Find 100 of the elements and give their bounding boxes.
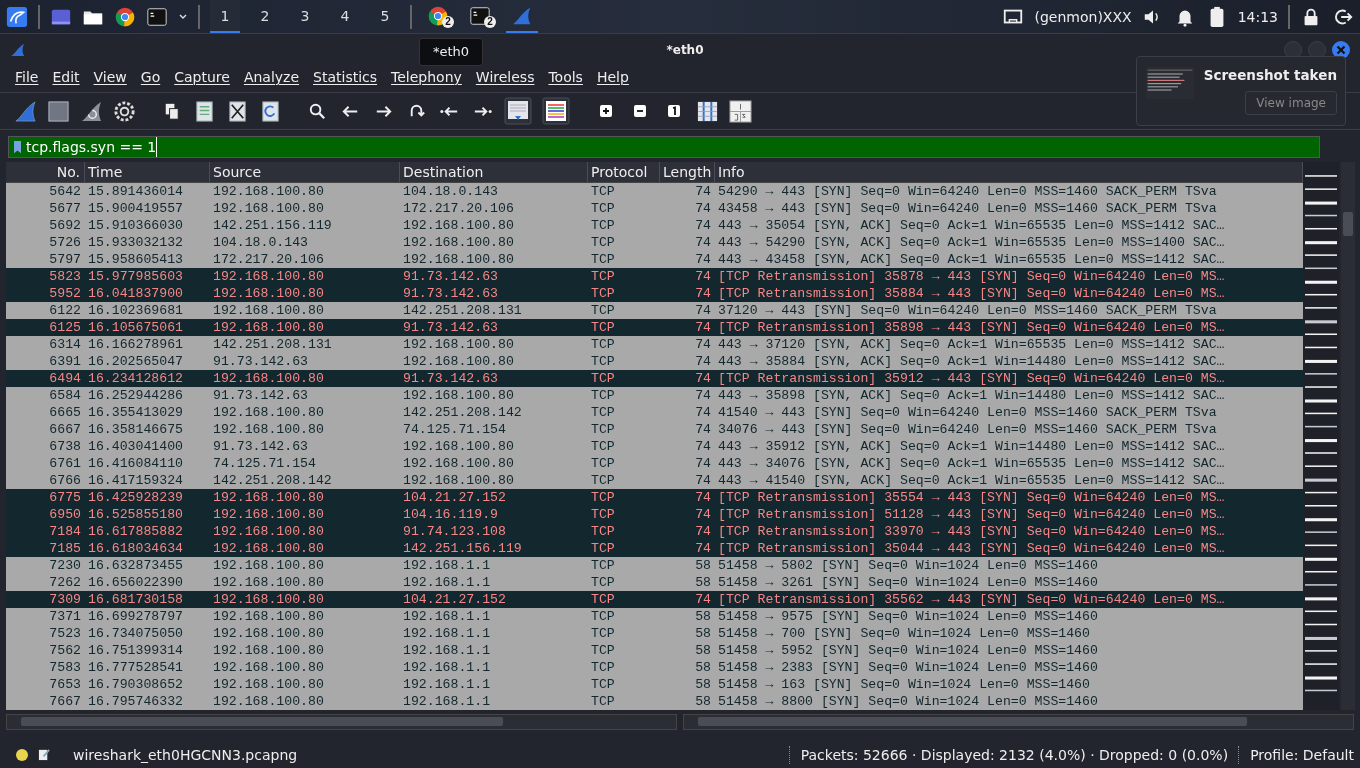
edit-note-icon[interactable] (38, 748, 51, 761)
column-header[interactable]: No. (6, 162, 85, 182)
layout-icon[interactable] (729, 99, 752, 123)
dragon-logo-icon[interactable] (6, 5, 28, 28)
close-file-icon[interactable] (226, 99, 249, 123)
horizontal-scrollbar[interactable] (6, 714, 677, 730)
packet-row[interactable]: 7371 16.699278797 192.168.100.80 192.168.1.1 TCP 58 51458 → 9575 [SYN] Seq=0 Win=1024 Len=0 MSS=1460 (6, 608, 1303, 625)
column-header[interactable]: Destination (400, 162, 588, 182)
column-header[interactable]: Length (660, 162, 715, 182)
packet-row[interactable]: 6125 16.105675061 192.168.100.80 91.73.142.63 TCP 74 [TCP Retransmission] 35898 → 443 [SYN] Seq=0 Win=64240 Len=0 MS… (6, 319, 1303, 336)
profile-label[interactable]: Profile: Default (1250, 746, 1354, 763)
taskbar-app-button[interactable]: 2 (422, 0, 454, 33)
packet-row[interactable]: 5677 15.900419557 192.168.100.80 172.217.20.106 TCP 74 43458 → 443 [SYN] Seq=0 Win=64240 Len=0 MSS=1460 SACK_PERM TSva (6, 200, 1303, 217)
packet-row[interactable]: 7184 16.617885882 192.168.100.80 91.74.123.108 TCP 74 [TCP Retransmission] 33970 → 443 [SYN] Seq=0 Win=64240 Len=0 MS… (6, 523, 1303, 540)
resize-columns-icon[interactable] (696, 99, 719, 123)
terminal-icon[interactable] (146, 5, 168, 28)
packet-row[interactable]: 6494 16.234128612 192.168.100.80 91.73.142.63 TCP 74 [TCP Retransmission] 35912 → 443 [SYN] Seq=0 Win=64240 Len=0 MS… (6, 370, 1303, 387)
table-cell-text: 58 (694, 608, 712, 625)
menu-item[interactable]: View (86, 69, 134, 85)
menu-item[interactable]: Wireless (468, 69, 542, 85)
table-cell-text: 443 → 43458 [SYN, ACK] Seq=0 Ack=1 Win=65535 Len=0 MSS=1412 SAC… (717, 251, 1226, 268)
packet-row[interactable]: 6775 16.425928239 192.168.100.80 104.21.27.152 TCP 74 [TCP Retransmission] 35554 → 443 [SYN] Seq=0 Win=64240 Len=0 MS… (6, 489, 1303, 506)
workspace-button[interactable]: 5 (370, 0, 400, 33)
menu-item[interactable]: Telephony (384, 69, 469, 85)
zoom-out-icon[interactable] (632, 103, 648, 119)
autoscroll-icon[interactable] (504, 97, 532, 125)
packet-row[interactable]: 5642 15.891436014 192.168.100.80 104.18.0.143 TCP 74 54290 → 443 [SYN] Seq=0 Win=64240 Len=0 MSS=1460 SACK_PERM TSva (6, 183, 1303, 200)
table-cell-text: 142.251.208.142 (212, 472, 333, 489)
status-dot-icon[interactable] (16, 748, 28, 761)
table-cell-text: 15.958605413 (87, 251, 184, 268)
menu-item[interactable]: Analyze (236, 69, 307, 85)
shark-fin-icon[interactable] (14, 99, 37, 123)
view-image-button[interactable]: View image (1245, 91, 1337, 115)
packet-row[interactable]: 7562 16.751399314 192.168.100.80 192.168.1.1 TCP 58 51458 → 5952 [SYN] Seq=0 Win=1024 Len=0 MSS=1460 (6, 642, 1303, 659)
menu-item[interactable]: Statistics (306, 69, 385, 85)
table-cell-text: 142.251.156.119 (402, 540, 523, 557)
table-cell-text: 192.168.100.80 (402, 472, 515, 489)
clock[interactable]: 14:13 (1237, 8, 1278, 25)
table-cell-text: 7562 (48, 642, 82, 659)
packet-row[interactable]: 7653 16.790308652 192.168.100.80 192.168.1.1 TCP 58 51458 → 163 [SYN] Seq=0 Win=1024 Len=0 MSS=1460 (6, 676, 1303, 693)
packet-row[interactable]: 6667 16.358146675 192.168.100.80 74.125.71.154 TCP 74 34076 → 443 [SYN] Seq=0 Win=64240 Len=0 MSS=1460 SACK_PERM TSva (6, 421, 1303, 438)
packet-row[interactable]: 7583 16.777528541 192.168.100.80 192.168.1.1 TCP 58 51458 → 2383 [SYN] Seq=0 Win=1024 Len=0 MSS=1460 (6, 659, 1303, 676)
column-header[interactable]: Source (210, 162, 400, 182)
packet-row[interactable]: 7523 16.734075050 192.168.100.80 192.168.1.1 TCP 58 51458 → 700 [SYN] Seq=0 Win=1024 Len=0 MSS=1460 (6, 625, 1303, 642)
zoom-in-icon[interactable] (598, 103, 614, 119)
packet-row[interactable]: 5692 15.910366030 142.251.156.119 192.168.100.80 TCP 74 443 → 35054 [SYN, ACK] Seq=0 Ack=1 Win=65535 Len=0 MSS=1412 SAC… (6, 217, 1303, 234)
stop-icon[interactable] (47, 99, 70, 123)
menu-item[interactable]: Tools (541, 69, 590, 85)
restart-icon[interactable] (80, 99, 103, 123)
table-cell-text: 16.795746332 (87, 693, 184, 710)
table-cell-text: 91.74.123.108 (402, 523, 507, 540)
menu-item[interactable]: File (8, 69, 46, 85)
table-cell-text: TCP (590, 489, 616, 506)
colorize-icon[interactable] (542, 97, 570, 125)
horizontal-scrollbar[interactable] (683, 714, 1354, 730)
settings-icon[interactable] (113, 99, 136, 123)
packet-row[interactable]: 5823 15.977985603 192.168.100.80 91.73.142.63 TCP 74 [TCP Retransmission] 35878 → 443 [SYN] Seq=0 Win=64240 Len=0 MS… (6, 268, 1303, 285)
table-cell-text: TCP (590, 472, 616, 489)
table-cell-text: 192.168.100.80 (402, 234, 515, 251)
packet-row[interactable]: 7667 16.795746332 192.168.100.80 192.168.1.1 TCP 58 51458 → 8800 [SYN] Seq=0 Win=1024 Len=0 MSS=1460 (6, 693, 1303, 710)
display-filter-field[interactable]: tcp.flags.syn == 1 (8, 136, 1320, 158)
bookmark-icon[interactable] (13, 140, 22, 154)
workspace-button[interactable]: 2 (250, 0, 280, 33)
taskbar-app-button[interactable]: 2 (464, 0, 496, 33)
vertical-scrollbar[interactable] (1341, 162, 1355, 710)
menu-item[interactable]: Edit (45, 69, 87, 85)
table-cell-text: 7523 (48, 625, 82, 642)
table-cell-text: [TCP Retransmission] 35878 → 443 [SYN] Seq=0 Win=64240 Len=0 MS… (717, 268, 1226, 285)
table-cell-text: 192.168.100.80 (212, 625, 325, 642)
table-cell-text: 6665 (48, 404, 82, 421)
packet-row[interactable]: 7262 16.656022390 192.168.100.80 192.168.1.1 TCP 58 51458 → 3261 [SYN] Seq=0 Win=1024 Len=0 MSS=1460 (6, 574, 1303, 591)
workspace-button[interactable]: 1 (210, 0, 240, 33)
packet-row[interactable]: 7185 16.618034634 192.168.100.80 142.251.156.119 TCP 74 [TCP Retransmission] 35044 → 443 [SYN] Seq=0 Win=64240 Len=0 MS… (6, 540, 1303, 557)
menu-item[interactable]: Help (589, 69, 636, 85)
packet-row[interactable]: 6738 16.403041400 91.73.142.63 192.168.100.80 TCP 74 443 → 35912 [SYN, ACK] Seq=0 Ack=1 Win=14480 Len=0 MSS=1412 SAC… (6, 438, 1303, 455)
packet-row[interactable]: 7309 16.681730158 192.168.100.80 104.21.27.152 TCP 74 [TCP Retransmission] 35562 → 443 [SYN] Seq=0 Win=64240 Len=0 MS… (6, 591, 1303, 608)
document-icon[interactable] (193, 99, 216, 123)
packet-row[interactable]: 6584 16.252944286 91.73.142.63 192.168.100.80 TCP 74 443 → 35898 [SYN, ACK] Seq=0 Ack=1 Win=14480 Len=0 MSS=1412 SAC… (6, 387, 1303, 404)
menu-item[interactable]: Capture (167, 69, 237, 85)
packet-row[interactable]: 6950 16.525855180 192.168.100.80 104.16.119.9 TCP 74 [TCP Retransmission] 51128 → 443 [SYN] Seq=0 Win=64240 Len=0 MS… (6, 506, 1303, 523)
workspace-button[interactable]: 4 (330, 0, 360, 33)
packet-row[interactable]: 6766 16.417159324 142.251.208.142 192.168.100.80 TCP 74 443 → 41540 [SYN, ACK] Seq=0 Ack=1 Win=65535 Len=0 MSS=1412 SAC… (6, 472, 1303, 489)
packet-row[interactable]: 5952 16.041837900 192.168.100.80 91.73.142.63 TCP 74 [TCP Retransmission] 35884 → 443 [SYN] Seq=0 Win=64240 Len=0 MS… (6, 285, 1303, 302)
packet-row[interactable]: 6314 16.166278961 142.251.208.131 192.168.100.80 TCP 74 443 → 37120 [SYN, ACK] Seq=0 Ack=1 Win=65535 Len=0 MSS=1412 SAC… (6, 336, 1303, 353)
table-cell-text: 6667 (48, 421, 82, 438)
column-header[interactable]: Time (85, 162, 210, 182)
packet-row[interactable]: 5726 15.933032132 104.18.0.143 192.168.100.80 TCP 74 443 → 54290 [SYN, ACK] Seq=0 Ack=1 Win=65535 Len=0 MSS=1400 SAC… (6, 234, 1303, 251)
column-header[interactable]: Protocol (588, 162, 660, 182)
browser-icon[interactable] (114, 5, 136, 28)
workspace-button[interactable]: 3 (290, 0, 320, 33)
menu-item[interactable]: Go (133, 69, 168, 85)
normal-size-icon[interactable] (666, 103, 682, 119)
reload-icon[interactable] (259, 99, 282, 123)
packet-row[interactable]: 6391 16.202565047 91.73.142.63 192.168.100.80 TCP 74 443 → 35884 [SYN, ACK] Seq=0 Ack=1 Win=14480 Len=0 MSS=1412 SAC… (6, 353, 1303, 370)
packet-row[interactable]: 6761 16.416084110 74.125.71.154 192.168.100.80 TCP 74 443 → 34076 [SYN, ACK] Seq=0 Ack=1 Win=65535 Len=0 MSS=1412 SAC… (6, 455, 1303, 472)
packet-row[interactable]: 6665 16.355413029 192.168.100.80 142.251.208.142 TCP 74 41540 → 443 [SYN] Seq=0 Win=64240 Len=0 MSS=1460 SACK_PERM TSva (6, 404, 1303, 421)
table-cell-text: 74 (694, 251, 712, 268)
packet-row[interactable]: 7230 16.632873455 192.168.100.80 192.168.1.1 TCP 58 51458 → 5802 [SYN] Seq=0 Win=1024 Len=0 MSS=1460 (6, 557, 1303, 574)
packet-row[interactable]: 6122 16.102369681 192.168.100.80 142.251.208.131 TCP 74 37120 → 443 [SYN] Seq=0 Win=64240 Len=0 MSS=1460 SACK_PERM TSva (6, 302, 1303, 319)
packet-row[interactable]: 5797 15.958605413 172.217.20.106 192.168.100.80 TCP 74 443 → 43458 [SYN, ACK] Seq=0 Ack=1 Win=65535 Len=0 MSS=1412 SAC… (6, 251, 1303, 268)
